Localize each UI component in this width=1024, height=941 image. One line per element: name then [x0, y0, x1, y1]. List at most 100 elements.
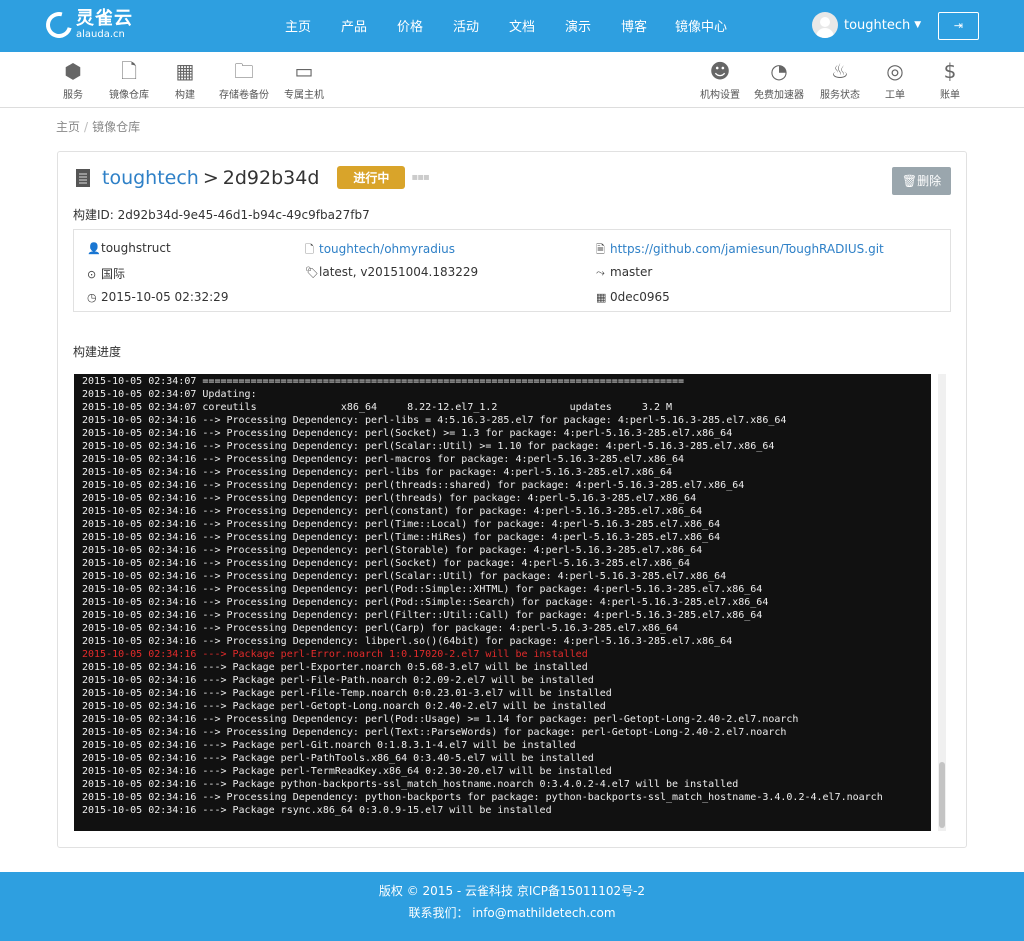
breadcrumb-home[interactable]: 主页 — [56, 120, 80, 134]
log-line: 2015-10-05 02:34:16 --> Processing Depen… — [82, 610, 763, 621]
brand-name-cn: 灵雀云 — [76, 8, 133, 29]
brand-name-en: alauda.cn — [76, 29, 125, 40]
building-icon — [76, 168, 90, 187]
build-commit: 0dec0965 — [610, 290, 670, 304]
toolbar-billing[interactable]: $ 账单 — [938, 58, 962, 101]
breadcrumb-current: 镜像仓库 — [92, 120, 141, 134]
build-user: toughstruct — [101, 241, 171, 255]
build-region: 国际 — [101, 267, 126, 281]
toolbar-label: 服务状态 — [820, 90, 860, 101]
log-scrollbar[interactable] — [938, 374, 946, 831]
log-line: 2015-10-05 02:34:16 ---> Package rsync.x… — [82, 805, 552, 816]
toolbar-volume-backup[interactable]: 🗀 存储卷备份 — [218, 58, 270, 101]
toolbar-service-status[interactable]: ♨ 服务状态 — [818, 58, 862, 101]
dashboard-icon: ◔ — [770, 59, 788, 83]
top-navbar: 灵雀云 alauda.cn 主页 产品 价格 活动 文档 演示 博客 镜像中心 … — [0, 0, 1024, 52]
nav-pricing[interactable]: 价格 — [382, 0, 438, 52]
branch-icon: ⤳ — [596, 266, 605, 279]
log-scrollbar-thumb[interactable] — [939, 762, 945, 828]
main-nav: 主页 产品 价格 活动 文档 演示 博客 镜像中心 — [270, 0, 740, 52]
log-line: 2015-10-05 02:34:16 ---> Package perl-Ge… — [82, 701, 606, 712]
qrcode-icon: ▦ — [596, 291, 607, 304]
log-line: 2015-10-05 02:34:16 --> Processing Depen… — [82, 636, 733, 647]
file-icon: 🗋 — [120, 59, 138, 83]
repo-link[interactable]: toughtech/ohmyradius — [319, 242, 455, 256]
log-line: 2015-10-05 02:34:16 --> Processing Depen… — [82, 480, 745, 491]
log-line: 2015-10-05 02:34:16 --> Processing Depen… — [82, 506, 703, 517]
nav-home[interactable]: 主页 — [270, 0, 326, 52]
log-line: 2015-10-05 02:34:07 Updating: — [82, 389, 257, 400]
toolbar-accelerator[interactable]: ◔ 免费加速器 — [752, 58, 806, 101]
nav-image-center[interactable]: 镜像中心 — [662, 0, 740, 52]
progress-title: 构建进度 — [73, 345, 122, 359]
toolbar-label: 账单 — [940, 90, 960, 101]
log-line: 2015-10-05 02:34:16 ---> Package perl-Ex… — [82, 662, 588, 673]
build-info-panel: 👤toughstruct ⊙ 国际 ◷ 2015-10-05 02:32:29 🗋 t… — [73, 229, 951, 312]
nav-blog[interactable]: 博客 — [606, 0, 662, 52]
toolbar-label: 工单 — [885, 90, 905, 101]
nav-events[interactable]: 活动 — [438, 0, 494, 52]
page-title: toughtech > 2d92b34d 进行中 ▪▪▪ — [76, 166, 430, 189]
user-icon: 👤 — [87, 242, 101, 255]
toolbar-tickets[interactable]: ◎ 工单 — [882, 58, 908, 101]
log-line: 2015-10-05 02:34:16 --> Processing Depen… — [82, 714, 799, 725]
brand-logo[interactable]: 灵雀云 alauda.cn — [41, 7, 133, 43]
nav-products[interactable]: 产品 — [326, 0, 382, 52]
log-line: 2015-10-05 02:34:07 ====================… — [82, 376, 685, 387]
title-separator: > — [202, 166, 219, 189]
log-line: 2015-10-05 02:34:16 --> Processing Depen… — [82, 415, 787, 426]
spinner-icon: ▪▪▪ — [411, 172, 429, 183]
log-line: 2015-10-05 02:34:16 ---> Package python-… — [82, 779, 739, 790]
build-tags: latest, v20151004.183229 — [319, 265, 479, 279]
tags-icon: 🏷 — [305, 266, 319, 279]
console-toolbar: ⬢ 服务 🗋 镜像仓库 ▦ 构建 🗀 存储卷备份 ▭ 专属主机 ☻ 机构设置 ◔… — [0, 52, 1024, 108]
dollar-icon: $ — [943, 59, 957, 83]
toolbar-image-repo[interactable]: 🗋 镜像仓库 — [106, 58, 152, 101]
footer: 版权 © 2015 - 云雀科技 京ICP备15011102号-2 联系我们： … — [0, 872, 1024, 941]
logout-button[interactable]: ⇥ — [938, 12, 979, 40]
log-line: 2015-10-05 02:34:16 ---> Package perl-Te… — [82, 766, 612, 777]
toolbar-label: 服务 — [63, 90, 83, 101]
toolbar-label: 专属主机 — [284, 90, 324, 101]
folder-icon: 🗀 — [234, 59, 254, 83]
log-line: 2015-10-05 02:34:16 --> Processing Depen… — [82, 623, 679, 634]
log-line: 2015-10-05 02:34:16 ---> Package perl-Fi… — [82, 688, 612, 699]
toolbar-build[interactable]: ▦ 构建 — [170, 58, 200, 101]
log-line: 2015-10-05 02:34:16 --> Processing Depen… — [82, 532, 721, 543]
fire-icon: ♨ — [831, 59, 849, 83]
log-line: 2015-10-05 02:34:16 --> Processing Depen… — [82, 727, 787, 738]
toolbar-label: 存储卷备份 — [219, 90, 269, 101]
user-menu[interactable]: toughtech ▼ — [812, 12, 921, 38]
log-line: 2015-10-05 02:34:16 --> Processing Depen… — [82, 467, 673, 478]
build-time: 2015-10-05 02:32:29 — [101, 290, 229, 304]
users-icon: ☻ — [709, 59, 731, 83]
log-line: 2015-10-05 02:34:16 --> Processing Depen… — [82, 545, 703, 556]
nav-demo[interactable]: 演示 — [550, 0, 606, 52]
log-line: 2015-10-05 02:34:07 coreutils x86_64 8.2… — [82, 402, 673, 413]
delete-button[interactable]: 🗑删除 — [892, 167, 951, 195]
trash-icon: 🗑 — [901, 174, 918, 188]
nav-docs[interactable]: 文档 — [494, 0, 550, 52]
breadcrumb: 主页 / 镜像仓库 — [56, 120, 141, 134]
log-line: 2015-10-05 02:34:16 --> Processing Depen… — [82, 441, 775, 452]
logo-icon — [41, 7, 77, 43]
log-line: 2015-10-05 02:34:16 ---> Package perl-Pa… — [82, 753, 594, 764]
status-badge: 进行中 — [337, 166, 406, 189]
code-file-icon: 🗎 — [596, 243, 605, 256]
log-line: 2015-10-05 02:34:16 --> Processing Depen… — [82, 519, 721, 530]
repo-owner-link[interactable]: toughtech — [102, 167, 199, 189]
toolbar-services[interactable]: ⬢ 服务 — [58, 58, 88, 101]
log-line: 2015-10-05 02:34:16 ---> Package perl-Er… — [82, 649, 588, 660]
log-line: 2015-10-05 02:34:16 --> Processing Depen… — [82, 792, 883, 803]
toolbar-org-settings[interactable]: ☻ 机构设置 — [698, 58, 742, 101]
log-line: 2015-10-05 02:34:16 --> Processing Depen… — [82, 584, 763, 595]
log-line: 2015-10-05 02:34:16 ---> Package perl-Fi… — [82, 675, 594, 686]
toolbar-dedicated-host[interactable]: ▭ 专属主机 — [283, 58, 325, 101]
log-line: 2015-10-05 02:34:16 --> Processing Depen… — [82, 493, 697, 504]
building-icon: ▦ — [175, 59, 195, 83]
build-log-terminal[interactable]: 2015-10-05 02:34:07 ====================… — [74, 374, 931, 831]
log-lines: 2015-10-05 02:34:07 ====================… — [82, 375, 883, 817]
git-url-link[interactable]: https://github.com/jamiesun/ToughRADIUS.… — [610, 242, 884, 256]
toolbar-label: 机构设置 — [700, 90, 740, 101]
delete-label: 删除 — [917, 174, 942, 188]
